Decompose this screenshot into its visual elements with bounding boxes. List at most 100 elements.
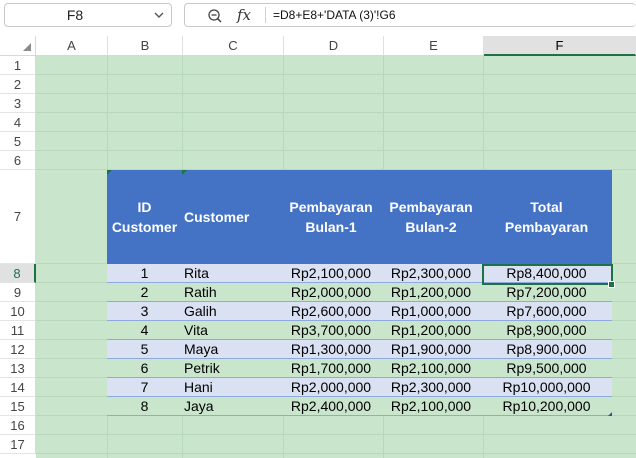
header-id-line1: ID	[137, 199, 152, 215]
row-header-17[interactable]: 17	[0, 435, 36, 454]
table-row: 7 Hani Rp2,000,000 Rp2,300,000 Rp10,000,000	[107, 378, 612, 397]
error-indicator-icon	[182, 170, 187, 175]
gridline-row	[36, 93, 636, 94]
cell-bulan1[interactable]: Rp2,000,000	[281, 378, 381, 397]
zoom-out-icon[interactable]	[207, 8, 223, 24]
row-header-8[interactable]: 8	[0, 264, 36, 283]
gridline-row	[36, 112, 636, 113]
table-row: 3 Galih Rp2,600,000 Rp1,000,000 Rp7,600,000	[107, 302, 612, 321]
table-resize-icon[interactable]	[608, 412, 612, 416]
select-all-icon	[23, 43, 31, 51]
header-bulan1[interactable]: Pembayaran Bulan-1	[281, 170, 381, 264]
row-header-4[interactable]: 4	[0, 113, 36, 132]
row-header-15[interactable]: 15	[0, 397, 36, 416]
gridline-row	[36, 434, 636, 435]
table-row: 5 Maya Rp1,300,000 Rp1,900,000 Rp8,900,000	[107, 340, 612, 359]
row-header-10[interactable]: 10	[0, 302, 36, 321]
row-header-3[interactable]: 3	[0, 94, 36, 113]
cell-id[interactable]: 6	[107, 359, 182, 378]
row-header-1[interactable]: 1	[0, 56, 36, 75]
cell-customer[interactable]: Jaya	[182, 397, 281, 416]
cell-bulan2[interactable]: Rp2,300,000	[381, 378, 481, 397]
cell-id[interactable]: 8	[107, 397, 182, 416]
cell-customer[interactable]: Rita	[182, 264, 281, 283]
cell-id[interactable]: 3	[107, 302, 182, 321]
row-header-2[interactable]: 2	[0, 75, 36, 94]
select-all-corner[interactable]	[0, 36, 36, 56]
cell-id[interactable]: 4	[107, 321, 182, 340]
header-bulan1-line1: Pembayaran	[289, 199, 373, 215]
cell-total[interactable]: Rp10,000,000	[481, 378, 612, 397]
column-header-D[interactable]: D	[284, 36, 384, 56]
column-header-B[interactable]: B	[108, 36, 183, 56]
cell-total[interactable]: Rp8,900,000	[481, 321, 612, 340]
table-row: 2 Ratih Rp2,000,000 Rp1,200,000 Rp7,200,000	[107, 283, 612, 302]
cell-id[interactable]: 2	[107, 283, 182, 302]
cell-bulan1[interactable]: Rp3,700,000	[281, 321, 381, 340]
column-header-A[interactable]: A	[36, 36, 108, 56]
cell-total[interactable]: Rp7,200,000	[481, 283, 612, 302]
cell-bulan1[interactable]: Rp1,700,000	[281, 359, 381, 378]
cell-customer[interactable]: Vita	[182, 321, 281, 340]
error-indicator-icon	[107, 170, 112, 175]
active-cell-F8[interactable]	[482, 264, 613, 285]
header-id[interactable]: ID Customer	[107, 170, 182, 264]
header-total-line1: Total	[530, 199, 563, 215]
formula-bar[interactable]: fx =D8+E8+'DATA (3)'!G6	[184, 3, 636, 27]
row-header-14[interactable]: 14	[0, 378, 36, 397]
cell-bulan2[interactable]: Rp2,100,000	[381, 397, 481, 416]
cell-customer[interactable]: Galih	[182, 302, 281, 321]
fill-handle[interactable]	[608, 281, 615, 288]
table-row: 6 Petrik Rp1,700,000 Rp2,100,000 Rp9,500,000	[107, 359, 612, 378]
cell-bulan1[interactable]: Rp2,000,000	[281, 283, 381, 302]
table-header: ID Customer Customer Pembayaran Bulan-1 Pe…	[107, 170, 612, 264]
column-header-E[interactable]: E	[384, 36, 484, 56]
cell-bulan2[interactable]: Rp1,900,000	[381, 340, 481, 359]
header-bulan1-line2: Bulan-1	[305, 219, 357, 235]
row-header-5[interactable]: 5	[0, 132, 36, 151]
cell-area[interactable]: ID Customer Customer Pembayaran Bulan-1 Pe…	[36, 56, 636, 458]
gridline-row	[36, 453, 636, 454]
formula-text[interactable]: =D8+E8+'DATA (3)'!G6	[273, 4, 396, 26]
cell-bulan1[interactable]: Rp1,300,000	[281, 340, 381, 359]
row-header-9[interactable]: 9	[0, 283, 36, 302]
cell-customer[interactable]: Ratih	[182, 283, 281, 302]
chevron-down-icon[interactable]	[153, 9, 165, 21]
cell-bulan1[interactable]: Rp2,600,000	[281, 302, 381, 321]
header-bulan2[interactable]: Pembayaran Bulan-2	[381, 170, 481, 264]
cell-bulan2[interactable]: Rp1,000,000	[381, 302, 481, 321]
row-header-7[interactable]: 7	[0, 170, 36, 264]
row-header-12[interactable]: 12	[0, 340, 36, 359]
cell-customer[interactable]: Maya	[182, 340, 281, 359]
cell-id[interactable]: 5	[107, 340, 182, 359]
cell-id[interactable]: 1	[107, 264, 182, 283]
cell-bulan2[interactable]: Rp1,200,000	[381, 283, 481, 302]
cell-customer[interactable]: Petrik	[182, 359, 281, 378]
header-id-line2: Customer	[111, 219, 178, 235]
row-header-16[interactable]: 16	[0, 416, 36, 435]
row-header-6[interactable]: 6	[0, 151, 36, 170]
cell-total[interactable]: Rp10,200,000	[481, 397, 612, 416]
cell-bulan1[interactable]: Rp2,100,000	[281, 264, 381, 283]
cell-bulan2[interactable]: Rp2,100,000	[381, 359, 481, 378]
function-icon[interactable]: fx	[237, 5, 251, 25]
cell-customer[interactable]: Hani	[182, 378, 281, 397]
name-box[interactable]: F8	[4, 3, 172, 27]
cell-bulan2[interactable]: Rp2,300,000	[381, 264, 481, 283]
cell-id[interactable]: 7	[107, 378, 182, 397]
gridline-row	[36, 131, 636, 132]
cell-bulan1[interactable]: Rp2,400,000	[281, 397, 381, 416]
table-row: 4 Vita Rp3,700,000 Rp1,200,000 Rp8,900,000	[107, 321, 612, 340]
header-total[interactable]: Total Pembayaran	[481, 170, 612, 264]
cell-total[interactable]: Rp7,600,000	[481, 302, 612, 321]
cell-bulan2[interactable]: Rp1,200,000	[381, 321, 481, 340]
header-bulan2-line2: Bulan-2	[405, 219, 457, 235]
gridline-row	[36, 150, 636, 151]
column-header-C[interactable]: C	[183, 36, 284, 56]
cell-total[interactable]: Rp8,900,000	[481, 340, 612, 359]
header-customer[interactable]: Customer	[182, 170, 283, 264]
cell-total[interactable]: Rp9,500,000	[481, 359, 612, 378]
row-header-13[interactable]: 13	[0, 359, 36, 378]
row-header-11[interactable]: 11	[0, 321, 36, 340]
column-header-F[interactable]: F	[484, 36, 636, 56]
